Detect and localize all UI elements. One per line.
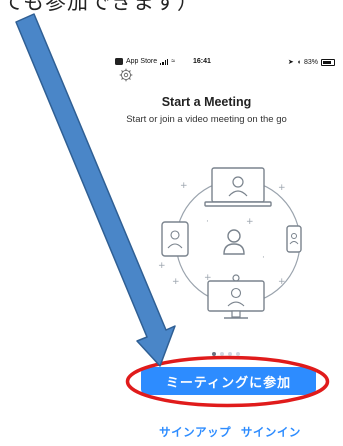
room-system-icon bbox=[207, 274, 265, 319]
svg-text:+: + bbox=[278, 183, 286, 193]
gear-icon[interactable] bbox=[119, 68, 133, 82]
page-indicator bbox=[212, 352, 240, 356]
annotation-caption: ても参加できます） bbox=[2, 0, 199, 14]
sign-up-link[interactable]: サインアップ bbox=[159, 427, 231, 439]
wifi-icon: ≈ bbox=[171, 58, 176, 65]
page-dot bbox=[220, 352, 224, 356]
headphones-icon: ◖ bbox=[296, 58, 301, 66]
svg-text:·: · bbox=[206, 217, 209, 227]
location-icon: ➤ bbox=[287, 59, 294, 66]
laptop-icon bbox=[204, 167, 272, 207]
sign-in-link[interactable]: サインイン bbox=[241, 427, 301, 439]
app-store-icon bbox=[115, 58, 123, 65]
svg-text:+: + bbox=[204, 273, 212, 283]
page-dot bbox=[212, 352, 216, 356]
svg-text:+: + bbox=[278, 277, 286, 287]
meeting-illustration: + + + · · + + + + bbox=[158, 167, 302, 319]
status-left: App Store ≈ bbox=[115, 58, 175, 65]
svg-text:+: + bbox=[180, 181, 188, 191]
battery-percent: 83% bbox=[303, 58, 318, 66]
page-dot bbox=[228, 352, 232, 356]
page-dot bbox=[236, 352, 240, 356]
svg-text:+: + bbox=[172, 277, 180, 287]
signal-icon bbox=[160, 58, 169, 65]
bottom-links: サインアップ サインイン bbox=[140, 424, 320, 444]
battery-icon bbox=[321, 58, 335, 66]
status-bar: App Store ≈ 16:41 ➤ ◖ 83% bbox=[115, 56, 335, 70]
status-time: 16:41 bbox=[193, 58, 211, 65]
svg-text:+: + bbox=[246, 217, 254, 227]
svg-text:+: + bbox=[158, 261, 166, 271]
status-right: ➤ ◖ 83% bbox=[288, 58, 335, 66]
phone-icon bbox=[286, 225, 302, 253]
join-meeting-button[interactable]: ミーティングに参加 bbox=[141, 367, 316, 395]
svg-text:·: · bbox=[262, 253, 265, 263]
carrier-label: App Store bbox=[126, 58, 158, 65]
page-title: Start a Meeting bbox=[161, 95, 252, 109]
person-icon bbox=[223, 229, 245, 255]
tablet-icon bbox=[161, 221, 189, 257]
page-subtitle: Start or join a video meeting on the go bbox=[126, 114, 287, 125]
